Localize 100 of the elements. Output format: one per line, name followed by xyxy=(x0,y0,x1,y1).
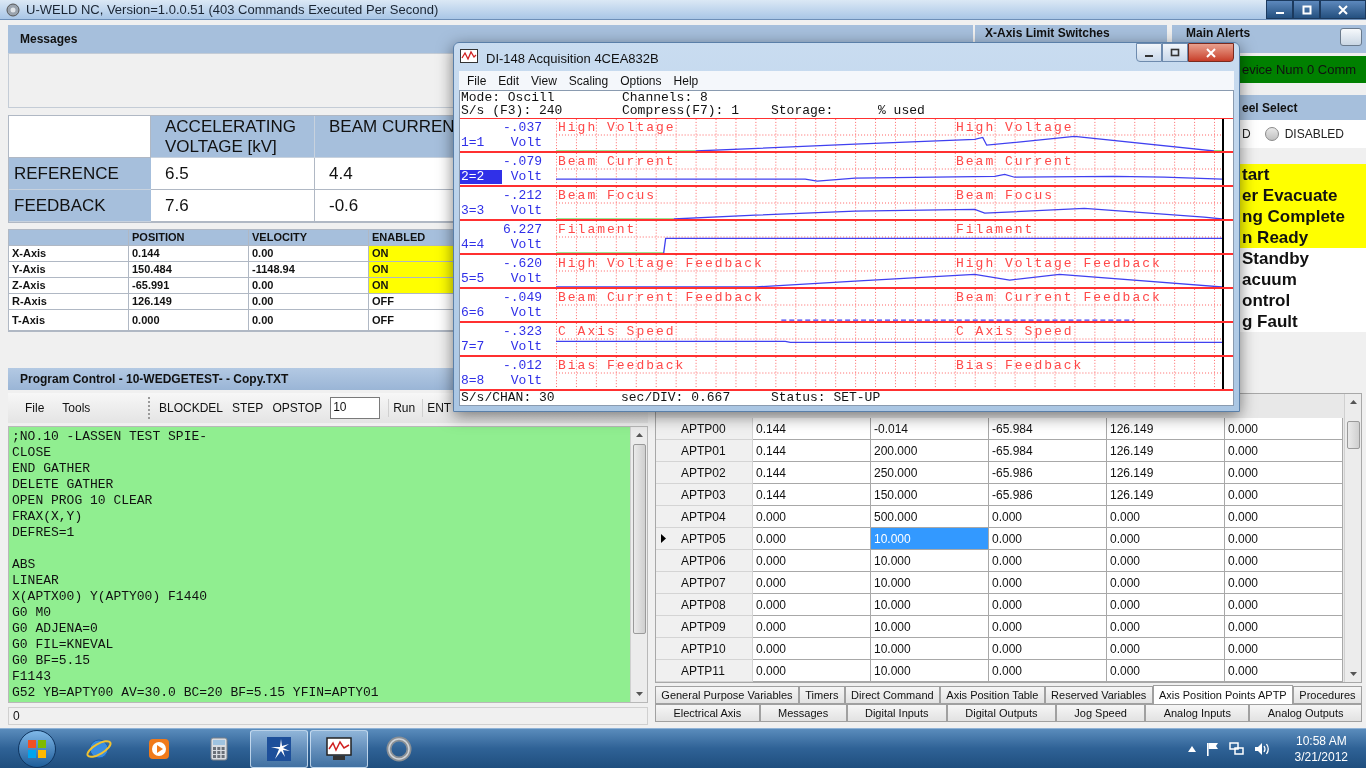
scroll-down-icon[interactable] xyxy=(634,689,644,698)
table-cell[interactable]: 0.000 xyxy=(753,594,871,616)
tab[interactable]: Axis Position Table xyxy=(939,686,1045,704)
menu-item[interactable]: Options xyxy=(614,71,668,90)
close-button[interactable] xyxy=(1320,0,1366,19)
close-button[interactable] xyxy=(1188,43,1234,62)
table-cell[interactable]: 126.149 xyxy=(1107,418,1225,440)
channel-id[interactable]: 3=3 xyxy=(460,204,502,218)
expand-button[interactable] xyxy=(1340,28,1362,46)
scroll-up-icon[interactable] xyxy=(634,431,644,440)
table-cell[interactable]: 0.000 xyxy=(1107,506,1225,528)
scrollbar[interactable] xyxy=(1344,394,1361,682)
table-cell[interactable]: 126.149 xyxy=(1107,462,1225,484)
table-cell[interactable]: 0.000 xyxy=(1107,638,1225,660)
table-cell[interactable]: 10.000 xyxy=(871,616,989,638)
line-input[interactable]: 10 xyxy=(330,397,381,419)
taskbar-button[interactable] xyxy=(310,729,368,768)
table-cell[interactable]: 0.000 xyxy=(1225,616,1343,638)
radio-button[interactable] xyxy=(1264,127,1279,141)
table-cell[interactable]: 0.144 xyxy=(753,418,871,440)
toolbar-button[interactable]: Run xyxy=(388,399,417,417)
table-cell[interactable]: 0.000 xyxy=(989,572,1107,594)
menu-item[interactable]: View xyxy=(525,71,563,90)
table-cell[interactable]: 0.000 xyxy=(989,638,1107,660)
scroll-down-icon[interactable] xyxy=(1348,669,1358,678)
tab[interactable]: Digital Outputs xyxy=(946,704,1056,722)
clock-time[interactable]: 10:58 AM xyxy=(1295,732,1347,749)
network-icon[interactable] xyxy=(1228,741,1244,756)
table-cell[interactable]: 0.000 xyxy=(753,638,871,660)
toolbar-button[interactable]: OPSTOP xyxy=(271,399,324,417)
table-cell[interactable]: -0.014 xyxy=(871,418,989,440)
tab[interactable]: Jog Speed xyxy=(1055,704,1146,722)
start-button[interactable] xyxy=(18,729,56,768)
minimize-button[interactable] xyxy=(1136,43,1162,62)
table-cell[interactable]: 0.000 xyxy=(989,594,1107,616)
table-cell[interactable]: 126.149 xyxy=(1107,440,1225,462)
table-cell[interactable]: 0.144 xyxy=(753,484,871,506)
table-cell[interactable]: 250.000 xyxy=(871,462,989,484)
table-cell[interactable]: 0.000 xyxy=(753,528,871,550)
tab[interactable]: Digital Inputs xyxy=(846,704,947,722)
table-cell[interactable]: 0.000 xyxy=(1107,572,1225,594)
table-cell[interactable]: 0.000 xyxy=(1225,418,1343,440)
tab[interactable]: Analog Inputs xyxy=(1145,704,1250,722)
table-cell[interactable]: 10.000 xyxy=(871,572,989,594)
table-cell[interactable]: 0.000 xyxy=(989,528,1107,550)
tab[interactable]: Electrical Axis xyxy=(655,704,760,722)
tab[interactable]: General Purpose Variables xyxy=(655,686,799,704)
table-cell[interactable]: -65.986 xyxy=(989,462,1107,484)
code-text[interactable]: ;NO.10 -LASSEN TEST SPIE- CLOSE END GATHER DELETE GATHER OPEN PROG 10 CLEAR FRAX(X,Y) DEFRES=1 ABS LINEAR X(APTX00) Y(APTY00) F1440 G0 M0 G0 ADJENA=0 G0 FIL=KNEVAL G0 BF=5.15 F1143 G52 YB=APTY00 AV=30.0 BC=20 BF=5.15 YFIN=APTY01 xyxy=(9,427,630,702)
tab[interactable]: Procedures xyxy=(1293,686,1362,704)
speaker-icon[interactable] xyxy=(1253,741,1271,756)
table-cell[interactable]: 0.000 xyxy=(1225,484,1343,506)
table-cell[interactable]: -65.986 xyxy=(989,484,1107,506)
table-cell[interactable]: 0.000 xyxy=(989,550,1107,572)
toolbar-button[interactable]: BLOCKDEL xyxy=(158,399,225,417)
table-cell[interactable]: 0.000 xyxy=(1225,572,1343,594)
scrollbar-thumb[interactable] xyxy=(1346,421,1360,449)
channel-id[interactable]: 2=2 xyxy=(460,170,502,184)
table-cell[interactable]: 150.000 xyxy=(871,484,989,506)
table-cell[interactable]: 200.000 xyxy=(871,440,989,462)
minimize-button[interactable] xyxy=(1266,0,1293,19)
channel-id[interactable]: 8=8 xyxy=(460,374,502,388)
table-cell[interactable]: 0.000 xyxy=(1107,616,1225,638)
scrollbar[interactable] xyxy=(630,427,647,702)
table-cell[interactable]: 0.000 xyxy=(1107,550,1225,572)
table-cell[interactable]: 0.144 xyxy=(753,440,871,462)
menu-item[interactable]: File xyxy=(461,71,493,90)
table-cell[interactable]: 0.000 xyxy=(989,506,1107,528)
table-cell[interactable]: 10.000 xyxy=(871,594,989,616)
table-cell[interactable]: -65.984 xyxy=(989,440,1107,462)
channel-id[interactable]: 1=1 xyxy=(460,136,502,150)
table-cell[interactable]: 0.000 xyxy=(753,616,871,638)
scrollbar-thumb[interactable] xyxy=(632,444,646,634)
tab[interactable]: Timers xyxy=(798,686,845,704)
table-cell[interactable]: 10.000 xyxy=(871,660,989,682)
table-cell[interactable]: 0.000 xyxy=(1225,528,1343,550)
table-cell[interactable]: 10.000 xyxy=(871,550,989,572)
table-cell[interactable]: 0.000 xyxy=(1225,462,1343,484)
taskbar-button[interactable] xyxy=(250,729,308,768)
maximize-button[interactable] xyxy=(1293,0,1320,19)
maximize-button[interactable] xyxy=(1162,43,1188,62)
table-cell[interactable]: 10.000 xyxy=(871,638,989,660)
menu-item[interactable]: Scaling xyxy=(562,71,615,90)
clock-date[interactable]: 3/21/2012 xyxy=(1294,748,1348,765)
table-cell[interactable]: -65.984 xyxy=(989,418,1107,440)
table-cell[interactable]: 0.000 xyxy=(989,616,1107,638)
tab[interactable]: Direct Command xyxy=(844,686,940,704)
tab[interactable]: Messages xyxy=(759,704,847,722)
menu-item[interactable]: Tools xyxy=(61,399,92,417)
table-cell[interactable]: 0.144 xyxy=(753,462,871,484)
table-cell[interactable]: 0.000 xyxy=(753,506,871,528)
menu-item[interactable]: File xyxy=(24,399,46,417)
table-cell[interactable]: 500.000 xyxy=(871,506,989,528)
table-cell[interactable]: 0.000 xyxy=(1107,594,1225,616)
menu-item[interactable]: Help xyxy=(667,71,705,90)
tray-arrow-icon[interactable] xyxy=(1187,745,1196,752)
table-cell[interactable]: 0.000 xyxy=(1225,594,1343,616)
table-cell[interactable]: 0.000 xyxy=(1107,660,1225,682)
toolbar-button[interactable]: ENT xyxy=(422,399,453,417)
flag-icon[interactable] xyxy=(1205,741,1219,756)
